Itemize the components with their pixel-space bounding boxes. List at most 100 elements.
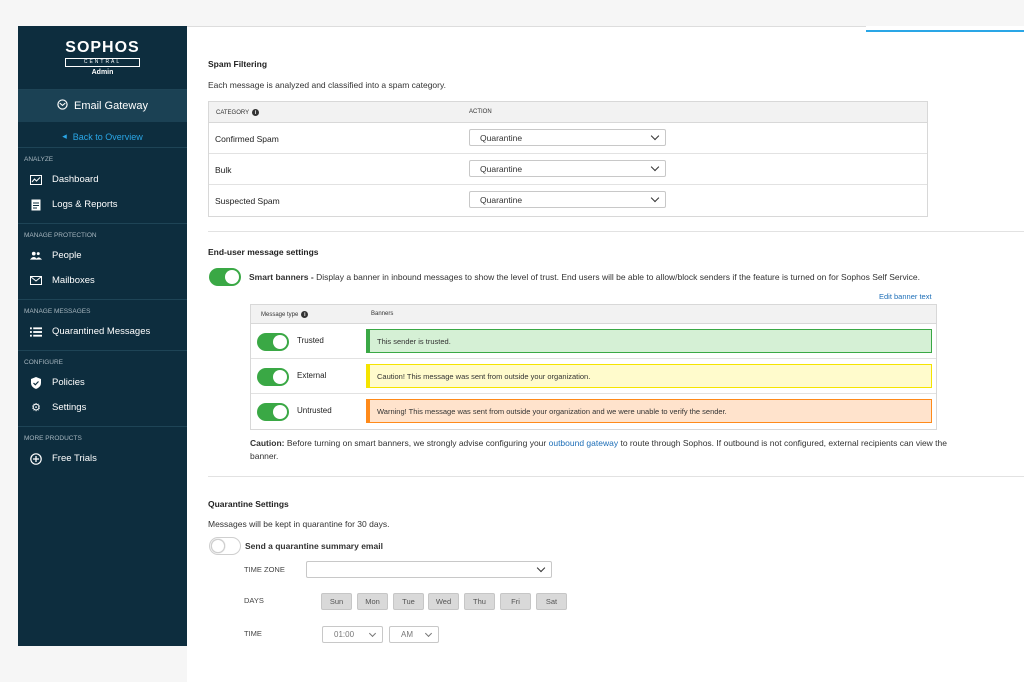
trusted-toggle[interactable] (257, 333, 289, 351)
column-header-banners: Banners (371, 311, 394, 317)
sidebar-item-label: Dashboard (52, 174, 99, 185)
table-header: CATEGORY i ACTION (209, 102, 927, 123)
category-label: Suspected Spam (215, 196, 280, 206)
day-sat-button[interactable]: Sat (536, 593, 567, 610)
day-fri-button[interactable]: Fri (500, 593, 531, 610)
select-value: AM (401, 630, 413, 639)
caution-text: to route through Sophos. If outbound is … (620, 438, 859, 448)
section-manage-protection: MANAGE PROTECTION (24, 232, 97, 239)
timezone-select[interactable] (306, 561, 552, 578)
back-label: Back to Overview (72, 131, 143, 142)
day-sun-button[interactable]: Sun (321, 593, 352, 610)
toggle-knob (273, 405, 287, 419)
sidebar-item-settings[interactable]: ⚙ Settings (18, 395, 187, 420)
mail-gateway-icon (57, 99, 68, 113)
sidebar-item-policies[interactable]: Policies (18, 370, 187, 395)
report-icon (30, 199, 42, 211)
sidebar-item-free-trials[interactable]: Free Trials (18, 446, 187, 471)
table-row: External Caution! This message was sent … (251, 359, 936, 394)
sidebar-item-quarantined-messages[interactable]: Quarantined Messages (18, 319, 187, 344)
people-icon (30, 250, 42, 261)
action-select[interactable]: Quarantine (469, 160, 666, 177)
chevron-down-icon (650, 131, 660, 141)
sidebar-item-label: Quarantined Messages (52, 326, 151, 337)
info-icon[interactable]: i (252, 109, 260, 116)
ampm-select[interactable]: AM (389, 626, 439, 643)
section-analyze: ANALYZE (24, 156, 54, 163)
back-to-overview-link[interactable]: ◂ Back to Overview (18, 126, 187, 148)
caret-left-icon: ◂ (62, 131, 67, 141)
section-more-products: MORE PRODUCTS (24, 435, 82, 442)
message-type-label: Untrusted (297, 406, 332, 415)
untrusted-banner: Warning! This message was sent from outs… (366, 399, 932, 423)
sidebar-item-people[interactable]: People (18, 243, 187, 268)
chevron-down-icon (650, 162, 660, 172)
sidebar-item-label: Mailboxes (52, 275, 95, 286)
toggle-knob (273, 370, 287, 384)
plus-circle-icon (30, 452, 42, 465)
sidebar-item-dashboard[interactable]: Dashboard (18, 167, 187, 192)
caution-note: Caution: Before turning on smart banners… (250, 437, 970, 463)
smart-banners-label: Smart banners - (249, 272, 314, 282)
info-icon[interactable]: i (301, 311, 309, 318)
message-type-label: Trusted (297, 336, 324, 345)
sidebar-divider (18, 426, 187, 427)
quarantine-summary-toggle[interactable] (209, 537, 241, 555)
sidebar-divider (18, 350, 187, 351)
logo-text: SOPHOS (65, 39, 140, 56)
smart-banners-text: Smart banners - Display a banner in inbo… (249, 272, 1019, 282)
table-row: Bulk Quarantine (209, 154, 927, 185)
smart-banners-toggle[interactable] (209, 268, 241, 286)
gear-icon: ⚙ (31, 402, 41, 414)
day-tue-button[interactable]: Tue (393, 593, 424, 610)
outbound-gateway-link[interactable]: outbound gateway (549, 438, 618, 448)
day-wed-button[interactable]: Wed (428, 593, 459, 610)
action-select[interactable]: Quarantine (469, 129, 666, 146)
chevron-down-icon (368, 629, 377, 638)
sidebar-item-label: Settings (52, 402, 87, 413)
tab-indicator (866, 30, 1024, 32)
trusted-banner: This sender is trusted. (366, 329, 932, 353)
sophos-logo[interactable]: SOPHOS CENTRAL Admin (18, 26, 187, 90)
sidebar: SOPHOS CENTRAL Admin Email Gateway ◂ Bac… (18, 26, 187, 646)
shield-icon (30, 376, 42, 389)
section-divider (208, 476, 1024, 477)
sidebar-item-label: People (52, 250, 82, 261)
action-select[interactable]: Quarantine (469, 191, 666, 208)
day-thu-button[interactable]: Thu (464, 593, 495, 610)
logo-admin-label: Admin (91, 69, 114, 76)
table-row: Confirmed Spam Quarantine (209, 123, 927, 154)
select-value: Quarantine (480, 194, 523, 205)
time-label: TIME (244, 629, 262, 638)
category-label: Confirmed Spam (215, 134, 279, 144)
select-value: 01:00 (334, 630, 355, 639)
section-divider (208, 231, 1024, 232)
select-value: Quarantine (480, 163, 523, 174)
untrusted-toggle[interactable] (257, 403, 289, 421)
screenshot-canvas: SOPHOS CENTRAL Admin Email Gateway ◂ Bac… (0, 0, 1024, 682)
chevron-down-icon (650, 193, 660, 203)
section-manage-messages: MANAGE MESSAGES (24, 308, 91, 315)
toggle-knob (211, 539, 225, 553)
mailbox-icon (30, 276, 42, 285)
quarantine-description: Messages will be kept in quarantine for … (208, 519, 390, 529)
spam-category-table: CATEGORY i ACTION Confirmed Spam Quarant… (208, 101, 928, 217)
banner-table: Message type i Banners Trusted This send… (250, 304, 937, 430)
days-label: DAYS (244, 596, 264, 605)
day-mon-button[interactable]: Mon (357, 593, 388, 610)
list-icon (30, 326, 42, 337)
toggle-knob (273, 335, 287, 349)
top-border (187, 26, 866, 27)
sidebar-divider (18, 223, 187, 224)
edit-banner-text-link[interactable]: Edit banner text (879, 292, 932, 301)
quarantine-settings-title: Quarantine Settings (208, 499, 289, 509)
external-banner: Caution! This message was sent from outs… (366, 364, 932, 388)
time-select[interactable]: 01:00 (322, 626, 383, 643)
timezone-label: TIME ZONE (244, 565, 285, 574)
sidebar-item-logs-reports[interactable]: Logs & Reports (18, 192, 187, 217)
column-header-category: CATEGORY i (216, 109, 260, 116)
sidebar-item-mailboxes[interactable]: Mailboxes (18, 268, 187, 293)
external-toggle[interactable] (257, 368, 289, 386)
category-label: Bulk (215, 165, 232, 175)
sidebar-divider (18, 299, 187, 300)
